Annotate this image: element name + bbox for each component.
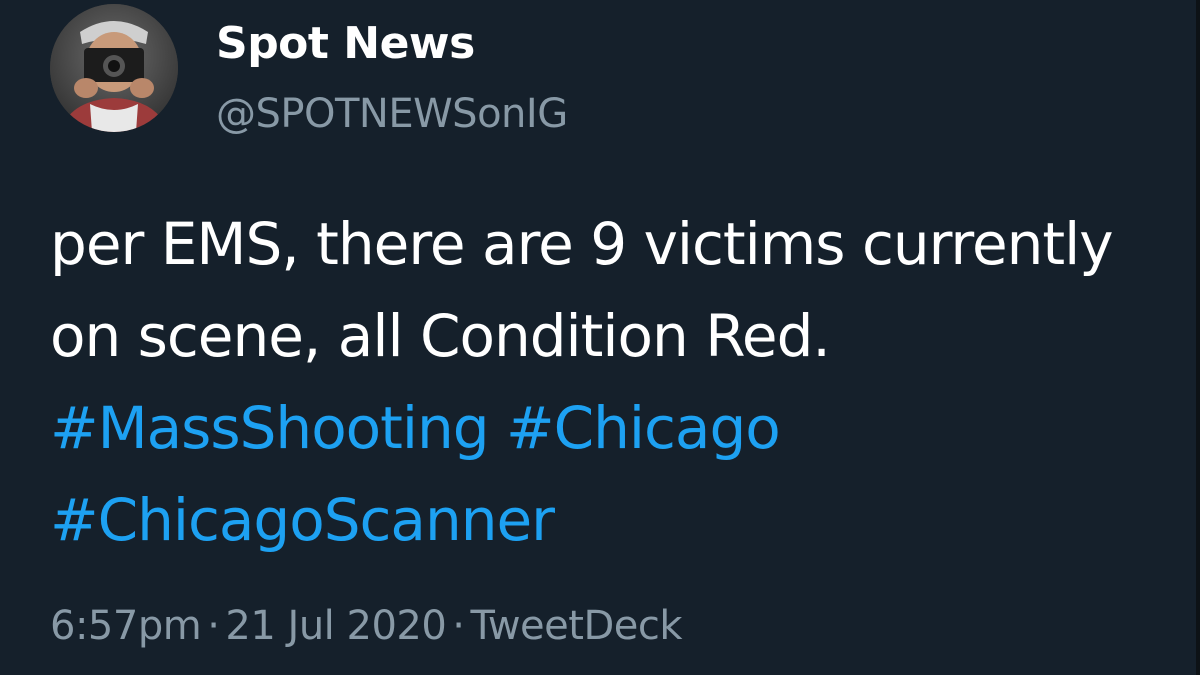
tweet-date[interactable]: 21 Jul 2020 [225,603,446,649]
hashtag-mass-shooting[interactable]: #MassShooting [50,394,490,462]
tweet-metadata: 6:57pm · 21 Jul 2020 · TweetDeck [50,600,683,652]
avatar[interactable] [50,4,178,132]
tweet-time[interactable]: 6:57pm [50,603,202,649]
meta-separator: · [452,603,465,649]
hashtag-chicago[interactable]: #Chicago [506,394,781,462]
tweet-card: Spot News @SPOTNEWSonIG per EMS, there a… [0,0,1200,675]
hashtag-chicago-scanner[interactable]: #ChicagoScanner [50,486,555,554]
photographer-avatar-icon [50,4,178,132]
meta-separator: · [207,603,220,649]
scrollbar-edge [1196,0,1200,675]
author-handle[interactable]: @SPOTNEWSonIG [216,88,568,140]
tweet-source[interactable]: TweetDeck [471,603,683,649]
author-display-name[interactable]: Spot News [216,16,475,72]
tweet-text: per EMS, there are 9 victims currently o… [50,198,1170,566]
tweet-text-content: per EMS, there are 9 victims currently o… [50,210,1114,370]
